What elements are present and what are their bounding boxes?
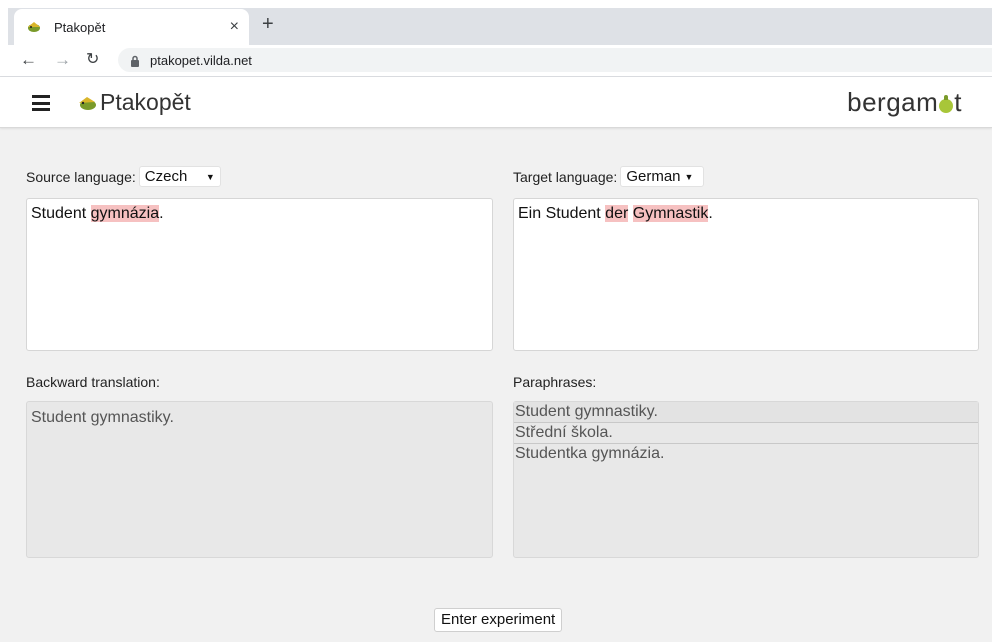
browser-tab[interactable]: Ptakopět × [14, 9, 249, 45]
paraphrases-box: Student gymnastiky. Střední škola. Stude… [513, 401, 979, 558]
backward-translation-text: Student gymnastiky. [31, 409, 174, 426]
brand[interactable]: Ptakopět [76, 89, 191, 116]
highlighted-word: gymnázia [90, 205, 160, 222]
ptakopet-logo-icon [76, 92, 98, 114]
tab-close-icon[interactable]: × [230, 18, 239, 36]
address-bar[interactable]: ptakopet.vilda.net [118, 48, 992, 72]
forward-arrow-icon[interactable]: → [54, 50, 71, 70]
highlighted-word: der [605, 205, 629, 222]
text-segment: . [159, 205, 164, 222]
app-header: Ptakopět bergam t [0, 77, 992, 128]
bergamot-logo: bergam t [847, 87, 962, 118]
source-language-select[interactable]: Czech ▼ [138, 166, 221, 187]
reload-icon[interactable]: ↻ [86, 50, 99, 70]
source-language-label: Source language: [26, 168, 136, 185]
browser-tabstrip: Ptakopět × + [0, 0, 992, 45]
brand-name: Ptakopět [100, 89, 191, 115]
text-segment: Ein Student [518, 205, 606, 222]
back-arrow-icon[interactable]: ← [20, 50, 37, 70]
paraphrase-item[interactable]: Student gymnastiky. [514, 402, 978, 423]
highlighted-word: Gymnastik [632, 205, 709, 222]
source-text-input[interactable]: Student gymnázia. [26, 198, 493, 351]
target-language-row: Target language: German ▼ [513, 166, 705, 187]
text-segment: . [708, 205, 713, 222]
backward-translation-label: Backward translation: [26, 374, 160, 390]
chevron-down-icon: ▼ [205, 171, 215, 182]
paraphrase-item[interactable]: Studentka gymnázia. [514, 444, 978, 465]
lock-icon [130, 54, 140, 67]
paraphrases-label: Paraphrases: [513, 374, 597, 390]
paraphrase-item[interactable]: Střední škola. [514, 423, 978, 444]
enter-experiment-button[interactable]: Enter experiment [434, 608, 563, 632]
target-language-select[interactable]: German ▼ [620, 166, 705, 187]
source-language-value: Czech [144, 168, 188, 185]
chevron-down-icon: ▼ [684, 171, 694, 182]
new-tab-icon[interactable]: + [262, 14, 274, 34]
hamburger-menu-icon[interactable] [32, 95, 50, 111]
target-language-value: German [626, 168, 681, 185]
url-text: ptakopet.vilda.net [150, 52, 252, 68]
text-segment: Student [31, 205, 91, 222]
tab-title: Ptakopět [54, 19, 106, 35]
backward-translation-box: Student gymnastiky. [26, 401, 493, 558]
browser-toolbar: ← → ↻ ptakopet.vilda.net [0, 45, 992, 77]
bergamot-logo-text-end: t [954, 87, 962, 117]
source-language-row: Source language: Czech ▼ [26, 166, 221, 187]
target-language-label: Target language: [513, 168, 618, 185]
bird-favicon-icon [26, 19, 42, 35]
target-text-input[interactable]: Ein Student der Gymnastik. [513, 198, 979, 351]
bergamot-fruit-icon [939, 94, 954, 113]
bergamot-logo-text-start: bergam [847, 87, 939, 117]
